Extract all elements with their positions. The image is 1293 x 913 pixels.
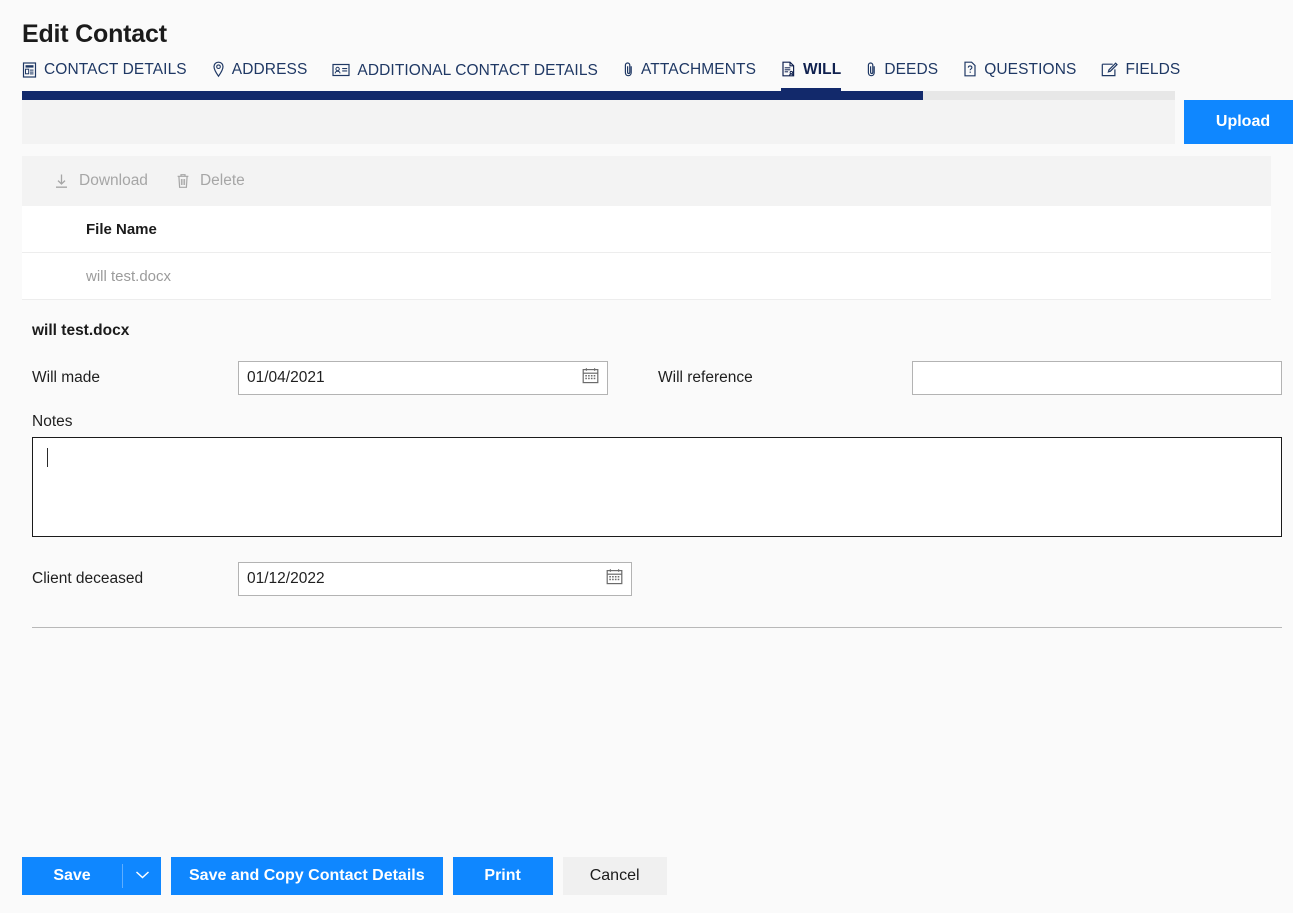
download-button[interactable]: Download [54,172,148,190]
tab-will[interactable]: WILL [781,60,842,91]
print-button[interactable]: Print [452,857,553,895]
progress-bar-fill [22,91,923,100]
column-header-file-name: File Name [86,220,157,238]
will-reference-label: Will reference [658,369,753,386]
tab-label: ATTACHMENTS [640,60,757,78]
download-icon [54,173,69,189]
document-person-icon [781,61,796,78]
section-divider [32,627,1282,628]
tab-additional-contact-details[interactable]: ADDITIONAL CONTACT DETAILS [332,61,598,92]
tab-contact-details[interactable]: CONTACT DETAILS [22,62,187,91]
tab-strip: CONTACT DETAILS ADDRESS ADDITIONAL CONTA… [0,49,1293,91]
table-row[interactable]: will test.docx [22,253,1271,300]
detail-heading: will test.docx [32,322,130,339]
trash-icon [176,173,190,189]
tab-label: WILL [803,60,842,78]
paperclip-icon [866,61,877,78]
client-deceased-value: 01/12/2022 [247,570,325,587]
download-label: Download [79,172,148,189]
save-dropdown-toggle[interactable] [123,857,161,895]
footer-action-bar: Save Save and Copy Contact Details Print… [22,857,667,895]
table-header-row: File Name [22,206,1271,253]
edit-pencil-icon [1101,62,1119,78]
tab-fields[interactable]: FIELDS [1101,62,1180,91]
upload-filename-input[interactable] [22,100,1175,144]
tab-label: CONTACT DETAILS [44,61,187,79]
calendar-icon[interactable] [582,367,599,389]
tab-label: DEEDS [884,60,939,78]
tab-label: FIELDS [1125,61,1181,79]
delete-button[interactable]: Delete [176,172,245,190]
client-deceased-label: Client deceased [32,570,144,587]
map-pin-icon [212,61,225,78]
document-question-icon [963,61,977,78]
will-made-row: Will made 01/04/2021 Will reference [32,361,1282,395]
cell-file-name: will test.docx [86,267,172,285]
notes-textarea[interactable] [32,437,1282,537]
will-made-value: 01/04/2021 [247,369,325,386]
upload-button[interactable]: Upload [1184,100,1293,144]
notes-label: Notes [32,413,73,430]
id-card-icon [332,63,350,77]
will-made-label: Will made [32,369,101,386]
tab-address[interactable]: ADDRESS [212,61,308,91]
cancel-button[interactable]: Cancel [562,857,667,895]
file-command-toolbar: Download Delete [22,156,1271,206]
save-split-button[interactable]: Save [22,857,161,895]
save-and-copy-contact-details-button[interactable]: Save and Copy Contact Details [171,857,443,895]
paperclip-icon [623,61,634,78]
client-deceased-date-input[interactable]: 01/12/2022 [238,562,632,596]
tab-deeds[interactable]: DEEDS [866,61,938,91]
client-deceased-row: Client deceased 01/12/2022 [32,562,1282,596]
tab-questions[interactable]: QUESTIONS [963,61,1076,91]
file-table: File Name will test.docx [22,206,1271,300]
text-cursor [47,448,48,467]
tab-label: ADDITIONAL CONTACT DETAILS [357,61,598,79]
tab-label: ADDRESS [231,60,308,78]
delete-label: Delete [199,172,245,189]
will-reference-input[interactable] [912,361,1282,395]
tab-attachments[interactable]: ATTACHMENTS [623,61,756,91]
save-button[interactable]: Save [22,857,122,895]
page-title: Edit Contact [22,20,167,48]
upload-row: Upload [22,100,1293,144]
calendar-icon[interactable] [606,568,623,590]
will-made-date-input[interactable]: 01/04/2021 [238,361,608,395]
tab-label: QUESTIONS [984,60,1077,78]
contact-card-icon [22,62,37,78]
chevron-down-icon [135,867,150,885]
progress-bar-track [22,91,1175,100]
will-detail-form: will test.docx Will made 01/04/2021 Will… [32,322,1282,628]
